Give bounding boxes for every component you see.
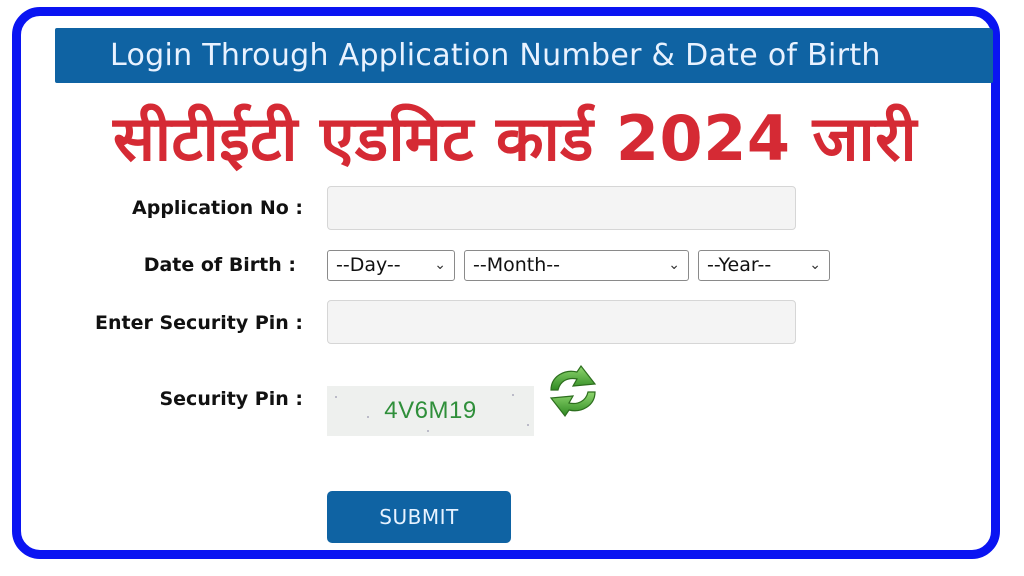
refresh-captcha-button[interactable] — [543, 364, 603, 418]
chevron-down-icon: ⌄ — [668, 257, 680, 273]
dob-month-value: --Month-- — [473, 254, 560, 276]
refresh-icon — [549, 364, 597, 418]
dob-month-select[interactable]: --Month-- ⌄ — [464, 250, 689, 281]
enter-security-pin-label: Enter Security Pin : — [95, 312, 303, 334]
security-pin-label: Security Pin : — [159, 388, 303, 410]
headline: सीटीईटी एडमिट कार्ड 2024 जारी — [112, 102, 918, 175]
dob-year-select[interactable]: --Year-- ⌄ — [698, 250, 830, 281]
dob-day-value: --Day-- — [336, 254, 401, 276]
captcha-image: 4V6M19 — [327, 386, 534, 436]
captcha-noise — [527, 424, 529, 426]
security-pin-input[interactable] — [327, 300, 796, 344]
captcha-noise — [512, 394, 514, 396]
dob-label: Date of Birth : — [143, 254, 296, 276]
dob-year-value: --Year-- — [707, 254, 772, 276]
submit-button[interactable]: SUBMIT — [327, 491, 511, 543]
login-banner: Login Through Application Number & Date … — [55, 28, 993, 83]
captcha-noise — [335, 396, 337, 398]
captcha-text: 4V6M19 — [384, 397, 477, 424]
application-no-input[interactable] — [327, 186, 796, 230]
dob-day-select[interactable]: --Day-- ⌄ — [327, 250, 455, 281]
captcha-noise — [367, 416, 369, 418]
application-no-label: Application No : — [132, 197, 303, 219]
page-frame — [12, 7, 1000, 559]
banner-title: Login Through Application Number & Date … — [110, 38, 881, 73]
chevron-down-icon: ⌄ — [434, 257, 446, 273]
chevron-down-icon: ⌄ — [809, 257, 821, 273]
captcha-noise — [427, 430, 429, 432]
